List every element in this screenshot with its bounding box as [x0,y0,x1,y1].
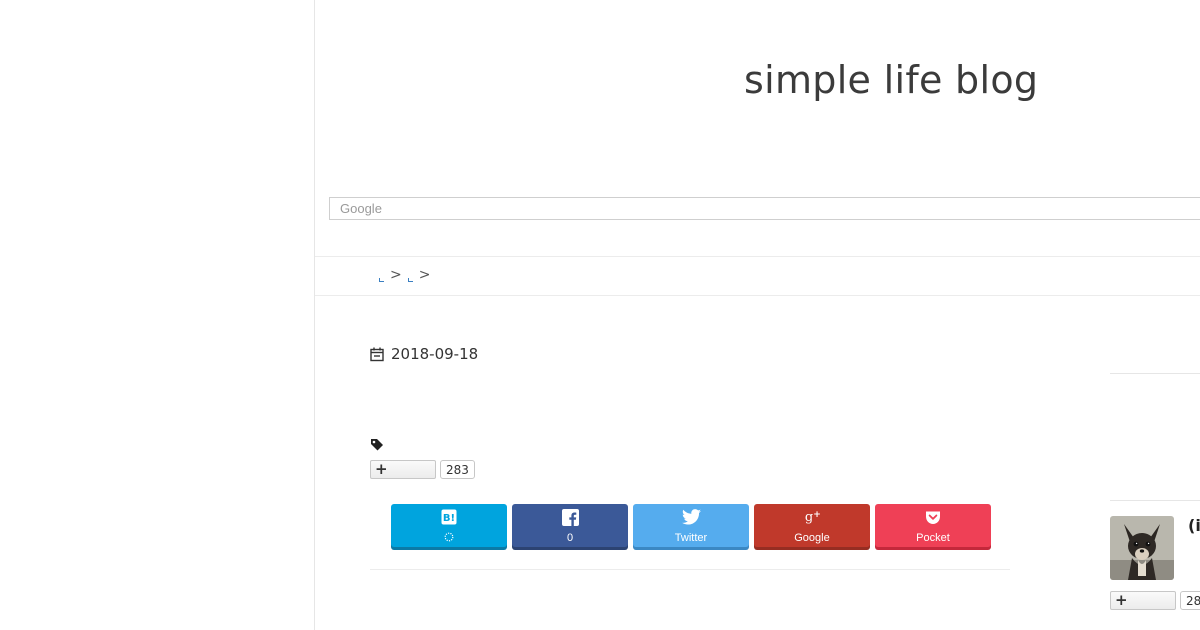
breadcrumb-category-link[interactable] [407,278,413,282]
calendar-icon [370,347,384,361]
profile-name[interactable]: (i [1188,516,1200,535]
sidebar-hatena-add-button[interactable]: + [1110,591,1176,610]
sidebar-divider [1110,373,1200,374]
pocket-share-label: Pocket [916,532,950,544]
tag-icon [370,437,384,456]
hatena-bookmark-count[interactable]: 283 [440,460,475,479]
sidebar-divider [1110,500,1200,501]
pocket-share-button[interactable]: Pocket [875,504,991,547]
hatena-add-button[interactable]: + [370,460,436,479]
search-input[interactable] [330,198,1200,219]
site-title[interactable]: simple life blog [744,58,1038,102]
svg-text:+: + [813,510,821,520]
profile-avatar[interactable] [1110,516,1174,580]
svg-text:g: g [805,510,813,525]
facebook-icon [561,507,579,527]
breadcrumb-separator: > [418,267,431,283]
post-date-text: 2018-09-18 [391,345,479,363]
pocket-icon [925,507,941,527]
svg-text:B!: B! [443,513,455,524]
share-buttons: B! 0 Twitter g + Google Pocket [391,504,991,547]
facebook-share-count: 0 [566,532,574,544]
facebook-share-button[interactable]: 0 [512,504,628,547]
left-blank-column [0,0,315,630]
breadcrumb-bar: > > [315,256,1200,296]
hatena-share-button[interactable]: B! [391,504,507,547]
breadcrumb: > > [379,267,430,283]
twitter-icon [681,507,701,527]
hatena-loading-spinner-icon [444,532,454,545]
hatena-bookmark-icon: B! [441,507,457,527]
google-plus-icon: g + [803,507,821,527]
sidebar-hatena-count[interactable]: 28 [1180,591,1200,610]
sidebar-hatena-widget: + 28 [1110,591,1200,610]
google-plus-share-label: Google [794,532,830,544]
content-divider [370,569,1010,570]
plus-icon: + [1115,591,1128,609]
twitter-share-button[interactable]: Twitter [633,504,749,547]
post-date: 2018-09-18 [370,345,478,363]
page: simple life blog > > 2018-09-18 + [0,0,1200,630]
breadcrumb-home-link[interactable] [379,278,384,282]
google-search-box[interactable] [329,197,1200,220]
hatena-bookmark-widget: + 283 [370,460,475,479]
google-plus-share-button[interactable]: g + Google [754,504,870,547]
breadcrumb-separator: > [390,267,402,283]
twitter-share-label: Twitter [674,532,708,544]
plus-icon: + [375,460,388,478]
